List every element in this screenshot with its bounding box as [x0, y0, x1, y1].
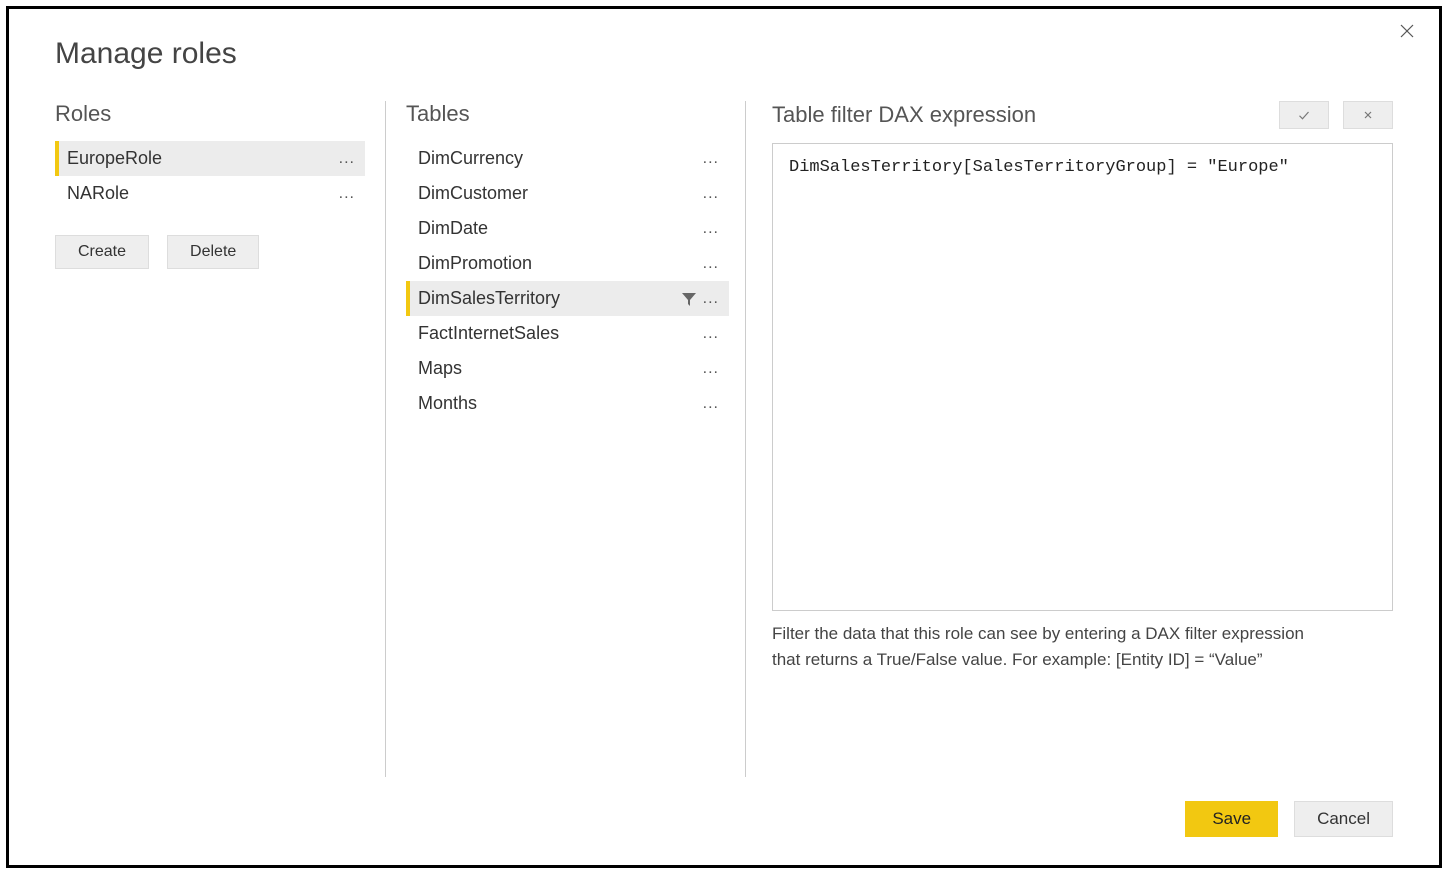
cancel-button[interactable]: Cancel	[1294, 801, 1393, 837]
create-role-button[interactable]: Create	[55, 235, 149, 269]
dialog-footer: Save Cancel	[55, 801, 1393, 837]
tables-title: Tables	[406, 101, 729, 127]
table-label: DimSalesTerritory	[418, 288, 681, 309]
tables-list: DimCurrency ... DimCustomer ... DimDate …	[406, 141, 729, 421]
more-icon[interactable]: ...	[701, 220, 721, 238]
table-item[interactable]: DimDate ...	[406, 211, 729, 246]
dax-buttons	[1279, 101, 1393, 129]
close-icon	[1399, 23, 1415, 39]
more-icon[interactable]: ...	[337, 185, 357, 203]
dialog-title: Manage roles	[55, 37, 1393, 71]
roles-list: EuropeRole ... NARole ...	[55, 141, 365, 211]
more-icon[interactable]: ...	[701, 255, 721, 273]
table-item[interactable]: DimCustomer ...	[406, 176, 729, 211]
table-item[interactable]: Maps ...	[406, 351, 729, 386]
role-label: EuropeRole	[67, 148, 337, 169]
table-item[interactable]: DimCurrency ...	[406, 141, 729, 176]
table-item[interactable]: DimSalesTerritory ...	[406, 281, 729, 316]
dax-title: Table filter DAX expression	[772, 102, 1036, 128]
dax-header: Table filter DAX expression	[772, 101, 1393, 129]
tables-panel: Tables DimCurrency ... DimCustomer ... D…	[385, 101, 745, 777]
table-label: Maps	[418, 358, 701, 379]
dax-panel: Table filter DAX expression	[745, 101, 1393, 777]
verify-expression-button[interactable]	[1279, 101, 1329, 129]
filter-icon	[681, 291, 697, 307]
role-label: NARole	[67, 183, 337, 204]
save-button[interactable]: Save	[1185, 801, 1278, 837]
more-icon[interactable]: ...	[701, 395, 721, 413]
table-label: DimDate	[418, 218, 701, 239]
table-item[interactable]: FactInternetSales ...	[406, 316, 729, 351]
role-item[interactable]: NARole ...	[55, 176, 365, 211]
manage-roles-dialog: Manage roles Roles EuropeRole ... NARole…	[6, 6, 1442, 868]
more-icon[interactable]: ...	[701, 290, 721, 308]
table-label: FactInternetSales	[418, 323, 701, 344]
more-icon[interactable]: ...	[701, 325, 721, 343]
x-icon	[1362, 109, 1374, 121]
more-icon[interactable]: ...	[701, 360, 721, 378]
table-item[interactable]: DimPromotion ...	[406, 246, 729, 281]
dax-expression-editor[interactable]: DimSalesTerritory[SalesTerritoryGroup] =…	[772, 143, 1393, 611]
columns: Roles EuropeRole ... NARole ... Create D…	[55, 101, 1393, 777]
more-icon[interactable]: ...	[701, 150, 721, 168]
close-button[interactable]	[1393, 17, 1421, 45]
check-icon	[1298, 109, 1310, 121]
table-label: DimPromotion	[418, 253, 701, 274]
dax-hint: Filter the data that this role can see b…	[772, 621, 1332, 674]
delete-role-button[interactable]: Delete	[167, 235, 259, 269]
role-item[interactable]: EuropeRole ...	[55, 141, 365, 176]
table-label: Months	[418, 393, 701, 414]
table-item[interactable]: Months ...	[406, 386, 729, 421]
table-label: DimCurrency	[418, 148, 701, 169]
more-icon[interactable]: ...	[701, 185, 721, 203]
roles-title: Roles	[55, 101, 365, 127]
table-label: DimCustomer	[418, 183, 701, 204]
roles-panel: Roles EuropeRole ... NARole ... Create D…	[55, 101, 385, 777]
more-icon[interactable]: ...	[337, 150, 357, 168]
revert-expression-button[interactable]	[1343, 101, 1393, 129]
role-actions: Create Delete	[55, 235, 365, 269]
